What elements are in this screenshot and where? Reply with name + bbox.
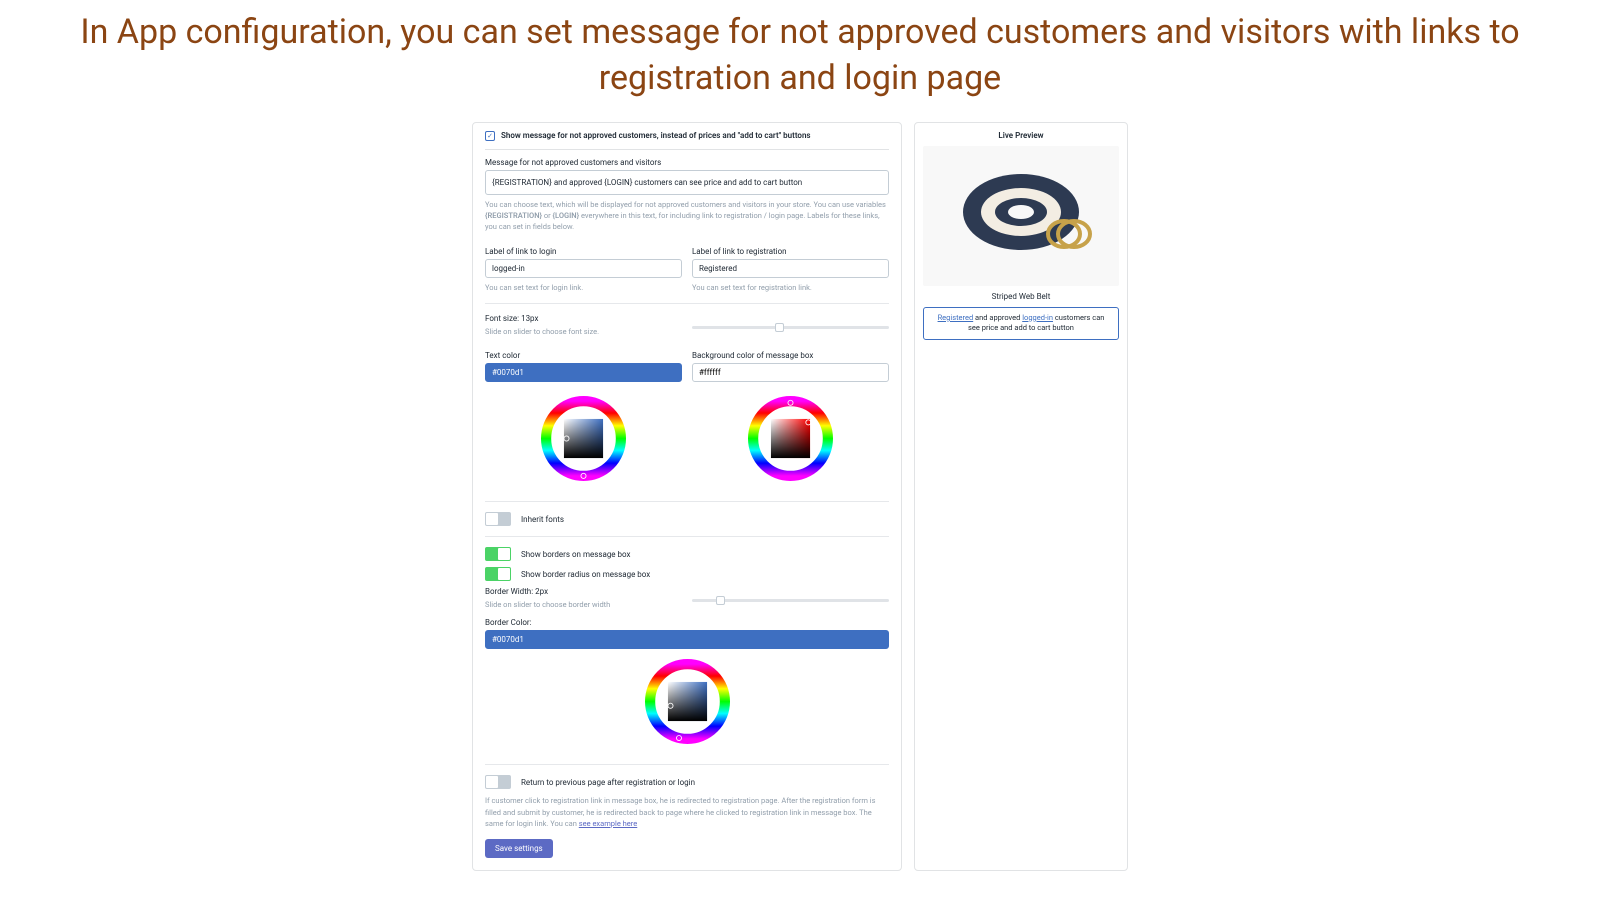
layout: ✓ Show message for not approved customer…: [0, 122, 1600, 881]
inherit-fonts-toggle[interactable]: [485, 512, 511, 526]
preview-reg-link[interactable]: Registered: [938, 313, 974, 322]
show-message-row: ✓ Show message for not approved customer…: [485, 131, 889, 150]
font-size-slider-thumb[interactable]: [775, 323, 784, 332]
return-prev-label: Return to previous page after registrati…: [521, 778, 695, 787]
message-input[interactable]: [485, 170, 889, 195]
return-prev-toggle[interactable]: [485, 775, 511, 789]
border-width-slider[interactable]: [692, 599, 889, 602]
login-label-help: You can set text for login link.: [485, 282, 682, 293]
reg-label-help: You can set text for registration link.: [692, 282, 889, 293]
login-label-field-label: Label of link to login: [485, 247, 682, 256]
show-message-label: Show message for not approved customers,…: [501, 131, 811, 140]
bg-color-label: Background color of message box: [692, 351, 889, 360]
message-field-label: Message for not approved customers and v…: [485, 158, 889, 167]
font-size-help: Slide on slider to choose font size.: [485, 326, 682, 337]
text-color-label: Text color: [485, 351, 682, 360]
border-color-wheel[interactable]: [485, 649, 889, 754]
login-label-input[interactable]: [485, 259, 682, 278]
border-color-input[interactable]: [485, 630, 889, 649]
show-border-radius-label: Show border radius on message box: [521, 570, 650, 579]
preview-login-link[interactable]: logged-in: [1022, 313, 1053, 322]
inherit-fonts-label: Inherit fonts: [521, 515, 564, 524]
text-color-input[interactable]: [485, 363, 682, 382]
see-example-link[interactable]: see example here: [579, 819, 637, 828]
text-color-wheel[interactable]: [485, 386, 682, 491]
settings-panel: ✓ Show message for not approved customer…: [472, 122, 902, 871]
font-size-slider[interactable]: [692, 326, 889, 329]
live-preview-panel: Live Preview Striped Web Belt Registered…: [914, 122, 1128, 871]
save-settings-button[interactable]: Save settings: [485, 839, 553, 858]
preview-product-image: [923, 146, 1119, 286]
show-borders-label: Show borders on message box: [521, 550, 630, 559]
message-help: You can choose text, which will be displ…: [485, 199, 889, 233]
reg-label-field-label: Label of link to registration: [692, 247, 889, 256]
border-width-label: Border Width: 2px: [485, 587, 682, 596]
border-color-label: Border Color:: [485, 618, 889, 627]
preview-product-name: Striped Web Belt: [923, 292, 1119, 301]
reg-label-input[interactable]: [692, 259, 889, 278]
page-title: In App configuration, you can set messag…: [0, 0, 1600, 122]
bg-color-wheel[interactable]: [692, 386, 889, 491]
show-borders-toggle[interactable]: [485, 547, 511, 561]
bg-color-input[interactable]: [692, 363, 889, 382]
font-size-label: Font size: 13px: [485, 314, 682, 323]
border-width-slider-thumb[interactable]: [716, 596, 725, 605]
live-preview-title: Live Preview: [923, 131, 1119, 140]
preview-message-box: Registered and approved logged-in custom…: [923, 307, 1119, 340]
show-message-checkbox[interactable]: ✓: [485, 131, 495, 141]
return-prev-help: If customer click to registration link i…: [485, 795, 889, 829]
show-border-radius-toggle[interactable]: [485, 567, 511, 581]
border-width-help: Slide on slider to choose border width: [485, 599, 682, 610]
